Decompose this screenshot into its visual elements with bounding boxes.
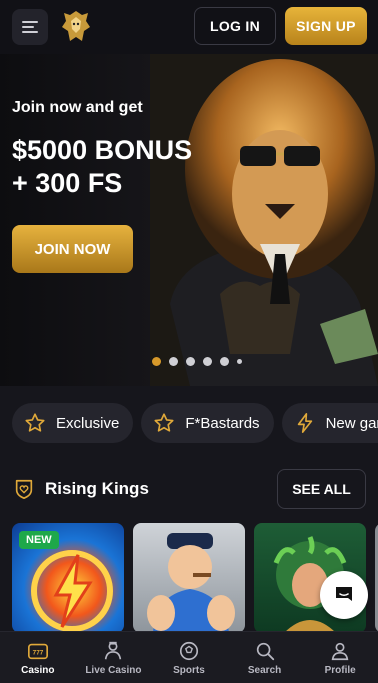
hamburger-icon bbox=[22, 21, 38, 23]
login-button[interactable]: LOG IN bbox=[194, 7, 276, 45]
hamburger-line bbox=[22, 26, 34, 28]
nav-label: Sports bbox=[173, 664, 205, 676]
dealer-icon bbox=[105, 641, 122, 659]
category-chip-label: New games bbox=[325, 414, 378, 432]
category-chip-exclusive[interactable]: Exclusive bbox=[12, 403, 134, 443]
see-all-button[interactable]: SEE ALL bbox=[277, 469, 366, 509]
category-chip-label: F*Bastards bbox=[185, 414, 260, 432]
lion-logo-icon[interactable] bbox=[60, 9, 92, 45]
carousel-dot[interactable] bbox=[237, 359, 242, 364]
nav-casino[interactable]: 777 Casino bbox=[0, 632, 76, 683]
category-chip-new-games[interactable]: New games bbox=[281, 403, 378, 443]
carousel-dot[interactable] bbox=[169, 357, 178, 366]
nav-profile[interactable]: Profile bbox=[302, 632, 378, 683]
join-now-button[interactable]: JOIN NOW bbox=[12, 225, 133, 273]
hero-headline: $5000 BONUS + 300 FS bbox=[12, 135, 193, 198]
nav-label: Casino bbox=[21, 664, 55, 676]
carousel-dot[interactable] bbox=[203, 357, 212, 366]
user-icon bbox=[331, 642, 349, 660]
lightning-icon bbox=[297, 413, 312, 433]
nav-sports[interactable]: Sports bbox=[151, 632, 227, 683]
carousel-dot[interactable] bbox=[186, 357, 195, 366]
new-badge: NEW bbox=[19, 531, 59, 549]
menu-button[interactable] bbox=[12, 9, 48, 45]
carousel-dot[interactable] bbox=[152, 357, 161, 366]
nav-label: Profile bbox=[324, 664, 356, 676]
signup-button[interactable]: SIGN UP bbox=[285, 7, 367, 45]
nav-live-casino[interactable]: Live Casino bbox=[76, 632, 152, 683]
game-tile[interactable]: NEW bbox=[12, 523, 124, 633]
hero-kicker: Join now and get bbox=[12, 99, 143, 116]
nav-label: Search bbox=[247, 664, 282, 676]
hamburger-line bbox=[22, 31, 38, 33]
section-title: Rising Kings bbox=[45, 479, 149, 498]
category-chips: Exclusive F*Bastards New games bbox=[12, 403, 378, 445]
lion-hero-illustration bbox=[150, 54, 378, 386]
game-tile[interactable] bbox=[133, 523, 245, 633]
carousel-dot[interactable] bbox=[220, 357, 229, 366]
sailor-game-icon bbox=[147, 533, 235, 633]
nav-label: Live Casino bbox=[85, 664, 142, 676]
bottom-nav: 777 Casino Live Casino Sports Search Pro… bbox=[0, 631, 378, 683]
soccer-ball-icon bbox=[179, 641, 199, 660]
svg-text:777: 777 bbox=[32, 649, 43, 656]
heart-shield-icon bbox=[15, 479, 33, 499]
carousel-dots bbox=[152, 357, 242, 366]
games-row: NEW bbox=[12, 523, 378, 633]
star-icon bbox=[154, 413, 174, 432]
chat-button[interactable] bbox=[320, 571, 368, 619]
hero-banner[interactable]: Join now and get $5000 BONUS + 300 FS JO… bbox=[0, 54, 378, 386]
category-chip-label: Exclusive bbox=[56, 414, 120, 432]
category-chip-fbastards[interactable]: F*Bastards bbox=[141, 403, 274, 443]
chat-icon bbox=[336, 587, 352, 601]
search-icon bbox=[256, 642, 274, 660]
star-icon bbox=[25, 413, 45, 432]
nav-search[interactable]: Search bbox=[227, 632, 303, 683]
slot-machine-icon: 777 bbox=[27, 643, 48, 659]
